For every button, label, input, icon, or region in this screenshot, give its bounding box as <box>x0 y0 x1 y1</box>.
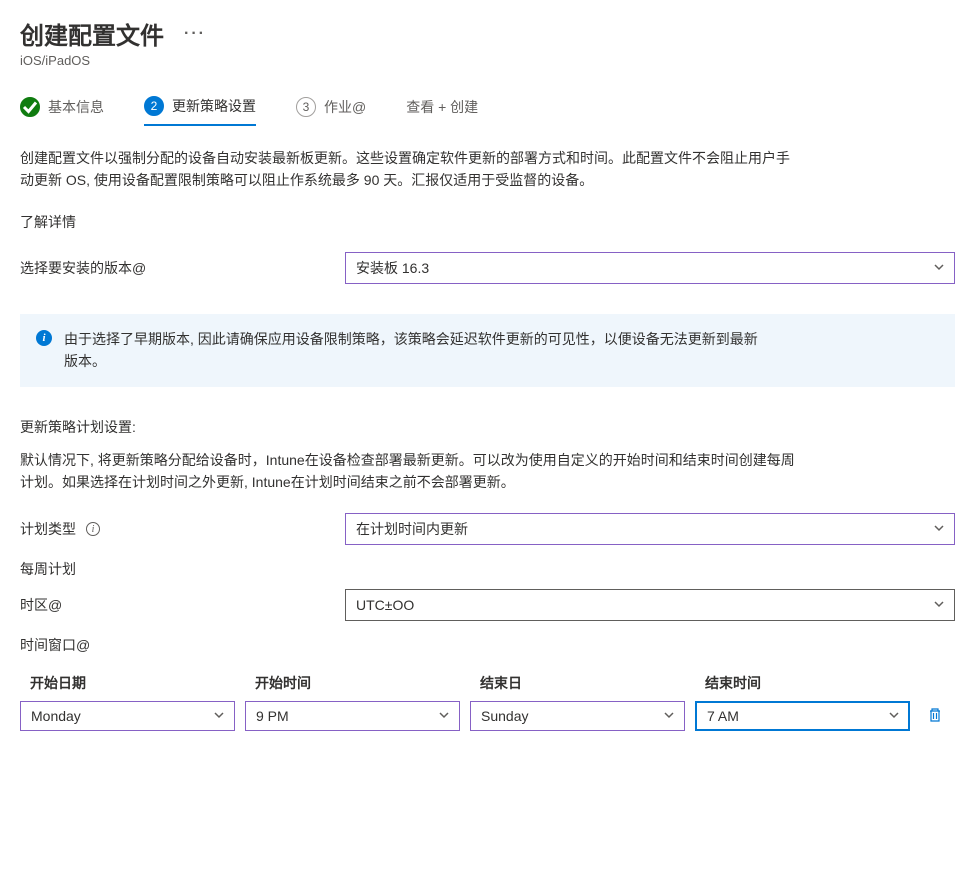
info-banner: i 由于选择了早期版本, 因此请确保应用设备限制策略，该策略会延迟软件更新的可见… <box>20 314 955 387</box>
version-select[interactable]: 安装板 16.3 <box>345 252 955 284</box>
schedule-type-select[interactable]: 在计划时间内更新 <box>345 513 955 545</box>
version-label: 选择要安装的版本@ <box>20 258 345 278</box>
start-time-value: 9 PM <box>256 708 289 724</box>
end-day-select[interactable]: Sunday <box>470 701 685 731</box>
header-start-time: 开始时间 <box>245 673 460 693</box>
header-end-day: 结束日 <box>470 673 685 693</box>
header-end-time: 结束时间 <box>695 673 910 693</box>
timezone-label: 时区@ <box>20 595 345 615</box>
schedule-type-value: 在计划时间内更新 <box>356 519 468 539</box>
step-assignments[interactable]: 3 作业@ <box>296 88 366 126</box>
table-header: 开始日期 开始时间 结束日 结束时间 <box>20 665 955 701</box>
step-number-icon: 3 <box>296 97 316 117</box>
end-time-select[interactable]: 7 AM <box>695 701 910 731</box>
info-icon[interactable]: i <box>86 522 100 536</box>
info-banner-text: 由于选择了早期版本, 因此请确保应用设备限制策略，该策略会延迟软件更新的可见性，… <box>64 328 764 373</box>
page-title: 创建配置文件 <box>20 16 164 51</box>
schedule-description: 默认情况下, 将更新策略分配给设备时，Intune在设备检查部署最新更新。可以改… <box>20 449 800 494</box>
time-window-label: 时间窗口@ <box>20 635 955 655</box>
schedule-type-label: 计划类型 <box>20 519 76 539</box>
stepper: 基本信息 2 更新策略设置 3 作业@ 查看 + 创建 <box>20 88 955 127</box>
more-icon[interactable]: ··· <box>184 25 206 43</box>
start-day-select[interactable]: Monday <box>20 701 235 731</box>
learn-more-link[interactable]: 了解详情 <box>20 212 76 232</box>
schedule-heading: 更新策略计划设置: <box>20 417 955 437</box>
step-review-create[interactable]: 查看 + 创建 <box>406 88 478 126</box>
page-subtitle: iOS/iPadOS <box>20 53 955 68</box>
policy-description: 创建配置文件以强制分配的设备自动安装最新板更新。这些设置确定软件更新的部署方式和… <box>20 147 800 192</box>
step-number-icon: 2 <box>144 96 164 116</box>
timezone-value: UTC±OO <box>356 597 414 613</box>
step-label: 更新策略设置 <box>172 96 256 116</box>
weekly-schedule-label: 每周计划 <box>20 559 955 579</box>
step-label: 基本信息 <box>48 97 104 117</box>
step-update-policy[interactable]: 2 更新策略设置 <box>144 88 256 126</box>
info-icon: i <box>36 330 52 346</box>
header-start-day: 开始日期 <box>20 673 235 693</box>
check-icon <box>20 97 40 117</box>
end-time-value: 7 AM <box>707 708 739 724</box>
start-time-select[interactable]: 9 PM <box>245 701 460 731</box>
end-day-value: Sunday <box>481 708 528 724</box>
step-label: 作业@ <box>324 97 366 117</box>
delete-row-button[interactable] <box>927 707 943 726</box>
step-basic-info[interactable]: 基本信息 <box>20 88 104 126</box>
start-day-value: Monday <box>31 708 81 724</box>
timezone-select[interactable]: UTC±OO <box>345 589 955 621</box>
version-value: 安装板 16.3 <box>356 258 429 278</box>
table-row: Monday 9 PM Sunday 7 AM <box>20 701 955 731</box>
step-label: 查看 + 创建 <box>406 97 478 117</box>
